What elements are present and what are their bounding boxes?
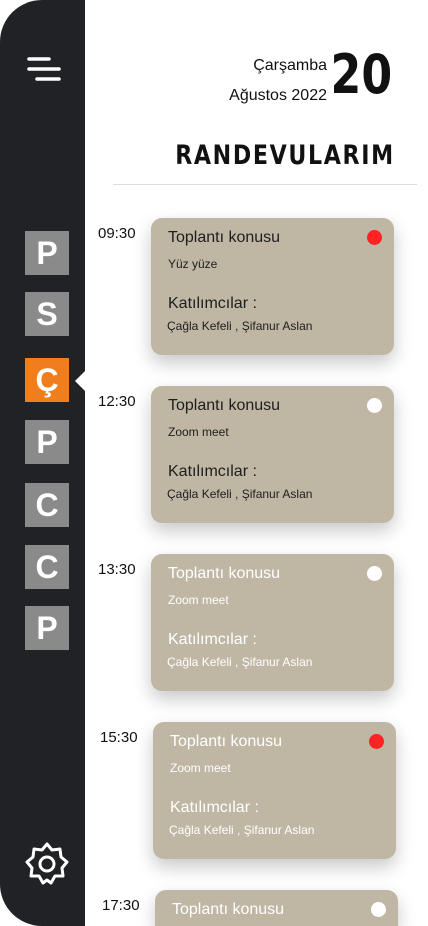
participants-names: Çağla Kefeli , Şifanur Aslan <box>169 823 315 837</box>
appointment-title: Toplantı konusu <box>168 397 281 414</box>
participants-label: Katılımcılar : <box>168 463 257 480</box>
participants-names: Çağla Kefeli , Şifanur Aslan <box>167 319 313 333</box>
appointment-card[interactable]: Toplantı konusu Yüz yüze Katılımcılar : … <box>151 218 394 355</box>
appointment-title: Toplantı konusu <box>170 733 283 750</box>
appointment-time: 13:30 <box>98 561 136 578</box>
day-tile-5[interactable]: C <box>25 483 69 527</box>
appointment-card[interactable]: Toplantı konusu Zoom meet Katılımcılar :… <box>153 722 396 859</box>
appointment-card[interactable]: Toplantı konusu Zoom meet Katılımcılar :… <box>151 386 394 523</box>
participants-names: Çağla Kefeli , Şifanur Aslan <box>167 655 313 669</box>
day-tile-6[interactable]: C <box>25 545 69 589</box>
status-dot <box>367 230 382 245</box>
appointment-mode: Zoom meet <box>168 425 229 439</box>
day-tile-1[interactable]: P <box>25 231 69 275</box>
day-tile-3-active[interactable]: Ç <box>25 358 69 402</box>
menu-icon[interactable] <box>27 55 61 83</box>
appointment-time: 12:30 <box>98 393 136 410</box>
participants-label: Katılımcılar : <box>168 631 257 648</box>
participants-names: Çağla Kefeli , Şifanur Aslan <box>167 487 313 501</box>
appointment-time: 09:30 <box>98 225 136 242</box>
day-number: 20 <box>330 43 392 106</box>
weekday-label: Çarşamba <box>253 57 327 74</box>
appointment-mode: Yüz yüze <box>168 257 218 271</box>
appointment-card[interactable]: Toplantı konusu <box>155 890 398 926</box>
appointment-time: 17:30 <box>102 897 140 914</box>
day-tile-2[interactable]: S <box>25 292 69 336</box>
page-title: RANDEVULARIM <box>175 140 395 171</box>
month-year-label: Ağustos 2022 <box>229 87 327 104</box>
participants-label: Katılımcılar : <box>168 295 257 312</box>
day-tile-7[interactable]: P <box>25 606 69 650</box>
header-divider <box>113 184 417 185</box>
participants-label: Katılımcılar : <box>170 799 259 816</box>
appointment-card[interactable]: Toplantı konusu Zoom meet Katılımcılar :… <box>151 554 394 691</box>
sidebar: P S Ç P C C P <box>0 0 85 926</box>
status-dot <box>367 398 382 413</box>
day-tile-4[interactable]: P <box>25 420 69 464</box>
active-day-pointer <box>75 370 86 392</box>
status-dot <box>369 734 384 749</box>
status-dot <box>371 902 386 917</box>
appointment-title: Toplantı konusu <box>168 229 281 246</box>
appointment-mode: Zoom meet <box>170 761 231 775</box>
appointment-title: Toplantı konusu <box>172 901 285 918</box>
appointment-mode: Zoom meet <box>168 593 229 607</box>
gear-icon[interactable] <box>24 841 70 887</box>
status-dot <box>367 566 382 581</box>
appointment-time: 15:30 <box>100 729 138 746</box>
appointment-title: Toplantı konusu <box>168 565 281 582</box>
